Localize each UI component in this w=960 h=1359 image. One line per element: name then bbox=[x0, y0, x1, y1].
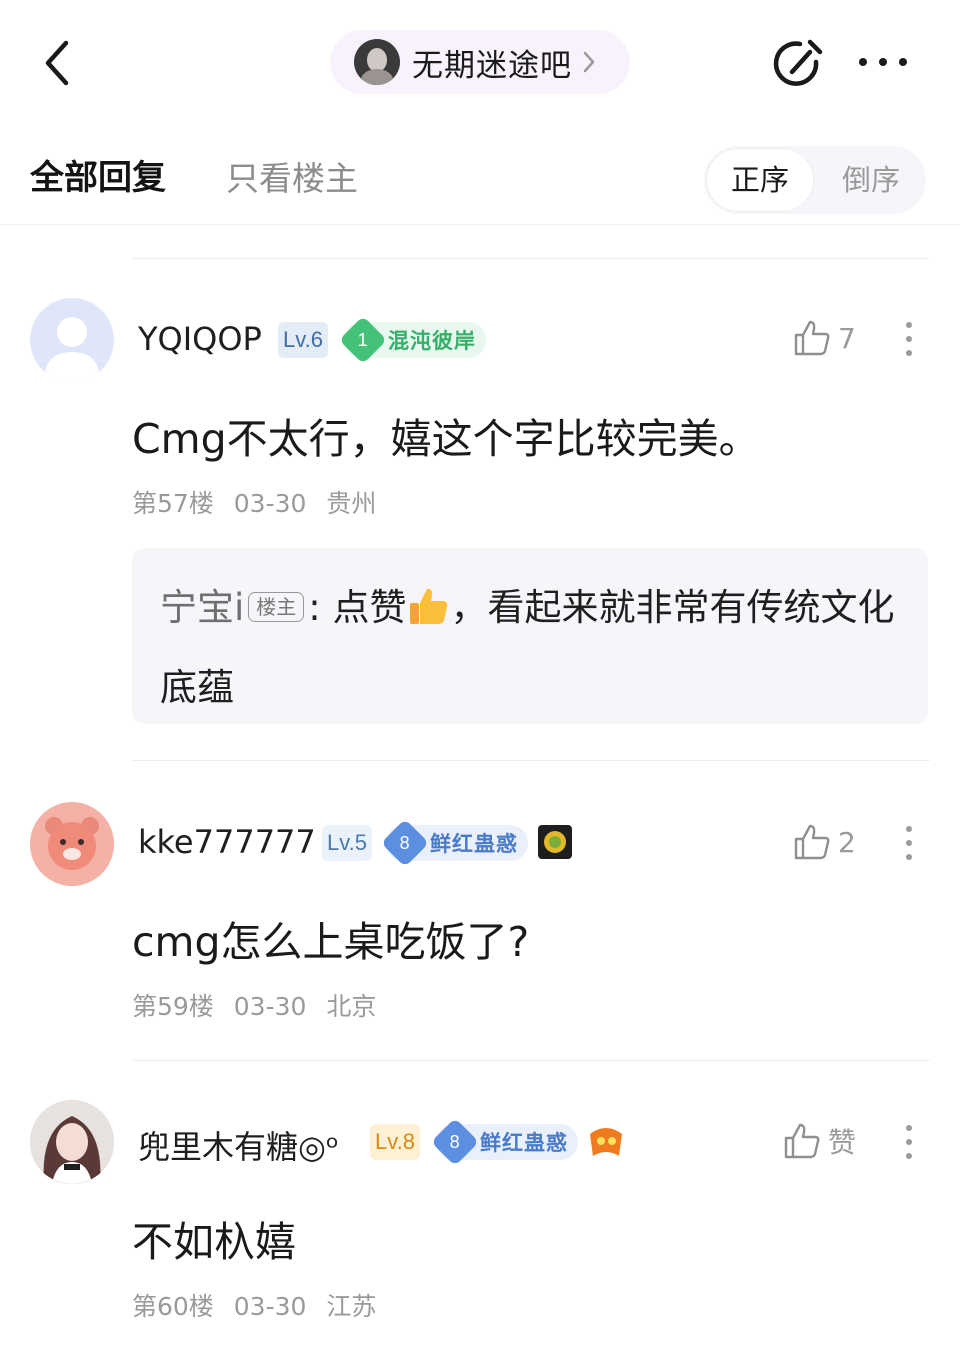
username[interactable]: kke777777 bbox=[138, 823, 316, 861]
honor-number: 8 bbox=[399, 832, 411, 853]
chevron-right-icon bbox=[583, 51, 595, 73]
divider bbox=[132, 1060, 930, 1061]
forum-avatar bbox=[354, 39, 400, 85]
sub-reply-author[interactable]: 宁宝i bbox=[160, 586, 244, 629]
like-count: 7 bbox=[838, 321, 856, 355]
default-avatar-icon bbox=[44, 317, 100, 382]
reply-meta: 第57楼 03-30 贵州 bbox=[132, 484, 388, 520]
reply-date: 03-30 bbox=[233, 1292, 307, 1321]
reply-date: 03-30 bbox=[233, 992, 307, 1021]
username[interactable]: 兜里木有糖◎ᵒ bbox=[138, 1122, 339, 1168]
tab-owner-only[interactable]: 只看楼主 bbox=[226, 152, 358, 200]
floor-number: 第59楼 bbox=[132, 992, 214, 1021]
thumbs-up-emoji-icon bbox=[409, 588, 447, 624]
edit-post-icon[interactable] bbox=[770, 36, 826, 92]
thumbs-up-icon bbox=[794, 824, 830, 860]
forum-name: 无期迷途吧 bbox=[412, 47, 572, 84]
like-label: 赞 bbox=[828, 1126, 857, 1159]
like-button[interactable]: 7 bbox=[792, 318, 856, 358]
honor-badge: 8 鲜红蛊惑 bbox=[380, 818, 528, 868]
honor-badge: 1 混沌彼岸 bbox=[338, 315, 486, 365]
level-badge: Lv.5 bbox=[322, 825, 372, 861]
sub-reply[interactable]: 宁宝i 楼主: 点赞 ，看起来就非常有传统文化底蕴 bbox=[132, 548, 928, 724]
like-count: 2 bbox=[838, 825, 856, 859]
reply-content: cmg怎么上桌吃饭了? bbox=[132, 918, 530, 966]
reply-date: 03-30 bbox=[233, 489, 307, 518]
avatar[interactable] bbox=[30, 298, 114, 382]
username[interactable]: YQIQOP bbox=[138, 320, 262, 358]
forum-title-pill[interactable]: 无期迷途吧 bbox=[330, 30, 630, 94]
level-badge: Lv.6 bbox=[278, 322, 328, 358]
honor-number: 8 bbox=[449, 1131, 461, 1152]
avatar[interactable] bbox=[30, 1100, 114, 1184]
sub-reply-text: 点赞 bbox=[332, 586, 407, 629]
thumbs-up-icon bbox=[794, 320, 830, 356]
anime-girl-avatar-icon bbox=[30, 1100, 114, 1184]
thread-owner-tag: 楼主 bbox=[248, 591, 305, 622]
bear-avatar-icon bbox=[30, 802, 114, 886]
kebab-menu-icon[interactable] bbox=[896, 1123, 922, 1161]
medal-icon bbox=[538, 825, 572, 859]
floor-number: 第57楼 bbox=[132, 489, 214, 518]
avatar[interactable] bbox=[30, 802, 114, 886]
honor-title: 鲜红蛊惑 bbox=[430, 832, 518, 856]
like-button[interactable]: 2 bbox=[792, 822, 856, 862]
divider bbox=[132, 760, 930, 761]
sub-reply-colon: : bbox=[308, 586, 321, 629]
sort-descending-button[interactable]: 倒序 bbox=[818, 148, 924, 212]
game-badge-icon bbox=[590, 1128, 622, 1156]
kebab-menu-icon[interactable] bbox=[896, 824, 922, 862]
level-badge: Lv.8 bbox=[370, 1124, 420, 1160]
sort-toggle: 正序 倒序 bbox=[704, 146, 926, 214]
reply-location: 江苏 bbox=[326, 1292, 377, 1321]
like-button[interactable]: 赞 bbox=[782, 1121, 856, 1161]
reply-filter-tabs: 全部回复 只看楼主 正序 倒序 bbox=[0, 130, 960, 225]
divider bbox=[132, 258, 930, 259]
reply-content: Cmg不太行，嬉这个字比较完美。 bbox=[132, 415, 760, 463]
honor-title: 鲜红蛊惑 bbox=[480, 1131, 568, 1155]
floor-number: 第60楼 bbox=[132, 1292, 214, 1321]
kebab-menu-icon[interactable] bbox=[896, 320, 922, 358]
reply-location: 贵州 bbox=[326, 489, 377, 518]
top-nav-bar: 无期迷途吧 bbox=[0, 0, 960, 125]
reply-location: 北京 bbox=[326, 992, 377, 1021]
honor-badge: 8 鲜红蛊惑 bbox=[430, 1117, 578, 1167]
honor-number: 1 bbox=[357, 329, 369, 350]
honor-title: 混沌彼岸 bbox=[388, 329, 476, 353]
thumbs-up-icon bbox=[784, 1123, 820, 1159]
sort-ascending-button[interactable]: 正序 bbox=[706, 148, 814, 212]
more-options-icon[interactable] bbox=[855, 44, 911, 80]
reply-meta: 第59楼 03-30 北京 bbox=[132, 987, 388, 1023]
reply-content: 不如杁嬉 bbox=[132, 1218, 296, 1266]
back-arrow-icon[interactable] bbox=[32, 35, 82, 91]
tab-all-replies[interactable]: 全部回复 bbox=[30, 150, 166, 199]
reply-meta: 第60楼 03-30 江苏 bbox=[132, 1287, 388, 1323]
